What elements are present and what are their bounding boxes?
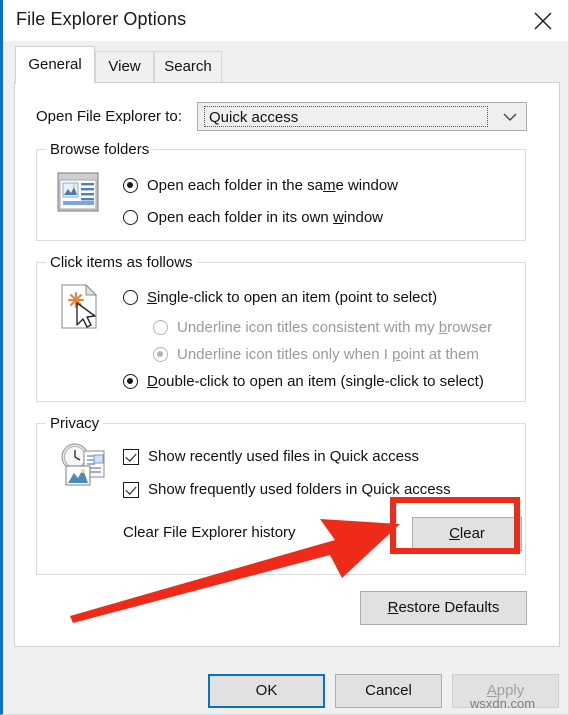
single-click-option[interactable]: Single-click to open an item (point to s…	[123, 289, 437, 306]
show-recent-files-label: Show recently used files in Quick access	[148, 448, 419, 465]
browse-same-window-label: Open each folder in the same window	[147, 177, 398, 194]
browse-same-window-radio[interactable]	[123, 178, 138, 193]
tab-search[interactable]: Search	[154, 51, 222, 83]
underline-browser-label: Underline icon titles consistent with my…	[177, 319, 493, 336]
underline-point-label: Underline icon titles only when I point …	[177, 346, 479, 363]
browse-own-window-radio[interactable]	[123, 210, 138, 225]
title-bar: File Explorer Options	[3, 0, 568, 41]
page-pointer-icon	[61, 283, 98, 329]
watermark: wsxdn.com	[470, 696, 536, 711]
show-recent-files-option[interactable]: Show recently used files in Quick access	[123, 448, 419, 465]
tab-general[interactable]: General	[15, 46, 95, 84]
browse-folders-group: Browse folders Open each folder in the s…	[36, 141, 526, 241]
click-items-title: Click items as follows	[46, 254, 197, 271]
underline-point-option: Underline icon titles only when I point …	[153, 346, 479, 363]
browse-own-window-label: Open each folder in its own window	[147, 209, 383, 226]
show-frequent-folders-checkbox[interactable]	[123, 481, 139, 498]
tab-view[interactable]: View	[95, 51, 154, 83]
show-frequent-folders-label: Show frequently used folders in Quick ac…	[148, 481, 451, 498]
click-items-group: Click items as follows Single-click to o…	[36, 254, 526, 402]
underline-browser-option: Underline icon titles consistent with my…	[153, 319, 492, 336]
ok-button[interactable]: OK	[208, 674, 325, 708]
tab-general-label: General	[28, 56, 82, 73]
clock-documents-icon	[61, 443, 105, 486]
single-click-radio[interactable]	[123, 290, 138, 305]
browse-folders-title: Browse folders	[46, 141, 154, 158]
close-icon	[534, 12, 552, 30]
window-title: File Explorer Options	[16, 9, 187, 29]
file-explorer-options-dialog: File Explorer Options General View Searc…	[0, 0, 569, 715]
close-button[interactable]	[518, 0, 568, 41]
tab-strip: General View Search	[3, 41, 568, 84]
cancel-button[interactable]: Cancel	[335, 674, 442, 708]
clear-history-label: Clear File Explorer history	[123, 524, 296, 541]
general-tab-panel: Open File Explorer to: Quick access Brow…	[14, 82, 560, 647]
clear-button-highlight-box	[390, 497, 520, 554]
double-click-radio[interactable]	[123, 374, 138, 389]
browse-same-window-option[interactable]: Open each folder in the same window	[123, 177, 398, 194]
tab-search-label: Search	[164, 58, 212, 75]
open-file-explorer-to-value: Quick access	[204, 106, 488, 127]
browse-own-window-option[interactable]: Open each folder in its own window	[123, 209, 383, 226]
underline-point-radio	[153, 347, 168, 362]
show-recent-files-checkbox[interactable]	[123, 448, 139, 465]
cancel-button-label: Cancel	[365, 682, 412, 699]
restore-defaults-label: Restore Defaults	[387, 599, 500, 616]
folder-window-icon	[57, 172, 99, 212]
tab-view-label: View	[108, 58, 141, 75]
open-file-explorer-to-label: Open File Explorer to:	[36, 108, 182, 125]
double-click-option[interactable]: Double-click to open an item (single-cli…	[123, 373, 484, 390]
restore-defaults-button[interactable]: Restore Defaults	[360, 591, 527, 625]
single-click-label: Single-click to open an item (point to s…	[147, 289, 438, 306]
open-file-explorer-to-dropdown[interactable]: Quick access	[197, 102, 527, 131]
chevron-down-icon	[503, 113, 517, 122]
show-frequent-folders-option[interactable]: Show frequently used folders in Quick ac…	[123, 481, 451, 498]
privacy-title: Privacy	[46, 415, 104, 432]
underline-browser-radio	[153, 320, 168, 335]
double-click-label: Double-click to open an item (single-cli…	[147, 373, 484, 390]
ok-button-label: OK	[255, 682, 278, 699]
